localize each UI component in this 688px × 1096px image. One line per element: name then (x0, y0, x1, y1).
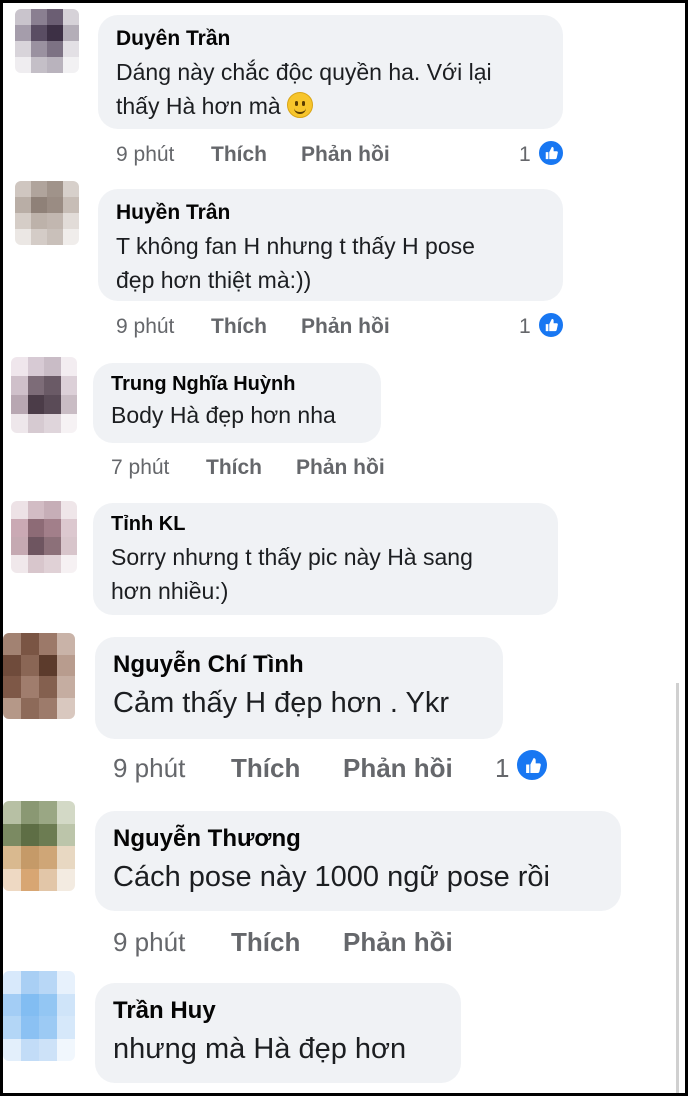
comment-bubble: Nguyễn Thương Cách pose này 1000 ngữ pos… (95, 811, 621, 911)
avatar[interactable] (11, 357, 77, 433)
avatar[interactable] (3, 633, 75, 719)
comment-text: Cách pose này 1000 ngữ pose rồi (113, 861, 550, 893)
timestamp[interactable]: 9 phút (113, 927, 185, 958)
reply-button[interactable]: Phản hồi (301, 315, 390, 339)
like-button[interactable]: Thích (231, 927, 300, 958)
author-name[interactable]: Nguyễn Chí Tình (113, 651, 485, 679)
comment-text: nhưng mà Hà đẹp hơn (113, 1033, 407, 1065)
reaction-count[interactable]: 1 (495, 753, 509, 784)
like-button[interactable]: Thích (211, 143, 267, 167)
comment-text: Cảm thấy H đẹp hơn . Ykr (113, 687, 450, 719)
like-button[interactable]: Thích (231, 753, 300, 784)
like-button[interactable]: Thích (206, 456, 262, 480)
comment-bubble: Nguyễn Chí Tình Cảm thấy H đẹp hơn . Ykr (95, 637, 503, 739)
comment-text-line: Dáng này chắc độc quyền ha. Với lại (116, 59, 492, 85)
avatar[interactable] (11, 501, 77, 573)
reply-button[interactable]: Phản hồi (296, 456, 385, 480)
comment-text-line: đẹp hơn thiệt mà:)) (116, 267, 312, 293)
reply-button[interactable]: Phản hồi (343, 927, 453, 958)
author-name[interactable]: Nguyễn Thương (113, 825, 603, 853)
author-name[interactable]: Tỉnh KL (111, 513, 540, 536)
comment-text-line: hơn nhiều:) (111, 578, 229, 604)
comment-text: Dáng này chắc độc quyền ha. Với lại thấy… (116, 55, 545, 123)
comment-text: Sorry nhưng t thấy pic này Hà sang hơn n… (111, 540, 540, 608)
timestamp[interactable]: 9 phút (113, 753, 185, 784)
thumbs-up-icon (537, 139, 565, 167)
author-name[interactable]: Trung Nghĩa Huỳnh (111, 373, 363, 396)
comment-bubble: Huyền Trân T không fan H nhưng t thấy H … (98, 189, 563, 301)
reaction-count[interactable]: 1 (519, 315, 531, 339)
thumbs-up-icon (537, 311, 565, 339)
like-button[interactable]: Thích (211, 315, 267, 339)
smile-emoji-icon (286, 92, 313, 118)
comment-bubble: Trung Nghĩa Huỳnh Body Hà đẹp hơn nha (93, 363, 381, 443)
scrollbar[interactable] (676, 683, 679, 1093)
comment-bubble: Tỉnh KL Sorry nhưng t thấy pic này Hà sa… (93, 503, 558, 615)
avatar[interactable] (3, 971, 75, 1061)
reply-button[interactable]: Phản hồi (343, 753, 453, 784)
avatar[interactable] (15, 181, 79, 245)
avatar[interactable] (15, 9, 79, 73)
avatar[interactable] (3, 801, 75, 891)
comment-text: Body Hà đẹp hơn nha (111, 402, 336, 428)
comment-bubble: Trần Huy nhưng mà Hà đẹp hơn (95, 983, 461, 1083)
author-name[interactable]: Huyền Trân (116, 201, 545, 225)
author-name[interactable]: Trần Huy (113, 997, 443, 1025)
author-name[interactable]: Duyên Trần (116, 27, 545, 51)
thumbs-up-icon (515, 748, 549, 782)
reply-button[interactable]: Phản hồi (301, 143, 390, 167)
comment-thread: Duyên Trần Dáng này chắc độc quyền ha. V… (0, 0, 688, 1096)
timestamp[interactable]: 7 phút (111, 456, 169, 480)
comment-text-line: Sorry nhưng t thấy pic này Hà sang (111, 544, 473, 570)
comment-text-line: thấy Hà hơn mà (116, 89, 545, 123)
timestamp[interactable]: 9 phút (116, 315, 174, 339)
timestamp[interactable]: 9 phút (116, 143, 174, 167)
comment-text: T không fan H nhưng t thấy H pose đẹp hơ… (116, 229, 545, 297)
comment-text-line: T không fan H nhưng t thấy H pose (116, 233, 475, 259)
reaction-count[interactable]: 1 (519, 143, 531, 167)
comment-bubble: Duyên Trần Dáng này chắc độc quyền ha. V… (98, 15, 563, 129)
